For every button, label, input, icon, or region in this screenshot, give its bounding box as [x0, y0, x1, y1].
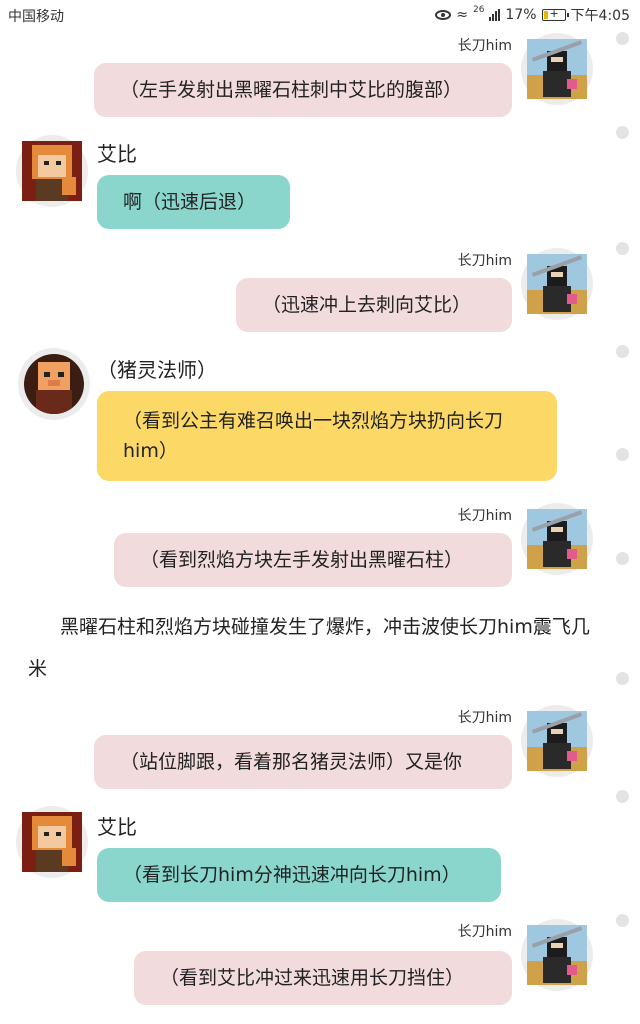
eye-comfort-icon: [435, 10, 452, 20]
avatar[interactable]: [16, 135, 88, 207]
ninja-avatar-icon: [527, 925, 587, 985]
girl-avatar-icon: [22, 812, 82, 872]
message-bubble[interactable]: （看到艾比冲过来迅速用长刀挡住）: [134, 951, 512, 1005]
clock: 下午4:05: [570, 8, 630, 24]
message-bubble[interactable]: （迅速冲上去刺向艾比）: [236, 278, 512, 332]
status-bar: 中国移动 ≈ 26 17% + 下午4:05: [0, 0, 640, 30]
chat-message: 长刀him （迅速冲上去刺向艾比）: [0, 240, 640, 340]
narration-text: 黑曜石柱和烈焰方块碰撞发生了爆炸，冲击波使长刀him震飞几米: [28, 616, 590, 680]
network-type-label: 26: [472, 5, 485, 15]
avatar[interactable]: [521, 503, 593, 575]
message-bubble[interactable]: （站位脚跟，看着那名猪灵法师）又是你: [94, 735, 512, 789]
avatar[interactable]: [16, 806, 88, 878]
message-bubble[interactable]: （看到长刀him分神迅速冲向长刀him）: [97, 848, 501, 902]
battery-percent: 17%: [505, 7, 537, 23]
ninja-avatar-icon: [527, 39, 587, 99]
chat-message: 长刀him （左手发射出黑曜石柱刺中艾比的腹部）: [0, 30, 640, 125]
sender-name: 长刀him: [457, 924, 512, 940]
wifi-icon: ≈: [456, 7, 468, 23]
message-bubble[interactable]: （看到公主有难召唤出一块烈焰方块扔向长刀him）: [97, 391, 557, 481]
ninja-avatar-icon: [527, 509, 587, 569]
message-bubble[interactable]: 啊（迅速后退）: [97, 175, 290, 229]
chat-message: 长刀him （站位脚跟，看着那名猪灵法师）又是你: [0, 697, 640, 797]
avatar[interactable]: [18, 348, 90, 420]
sender-name: （猪灵法师）: [97, 358, 217, 382]
message-bubble[interactable]: （左手发射出黑曜石柱刺中艾比的腹部）: [94, 63, 512, 117]
sender-name: 长刀him: [457, 253, 512, 269]
avatar[interactable]: [521, 919, 593, 991]
ninja-avatar-icon: [527, 711, 587, 771]
chat-message: 长刀him （看到烈焰方块左手发射出黑曜石柱）: [0, 495, 640, 595]
avatar[interactable]: [521, 705, 593, 777]
battery-icon: +: [541, 7, 569, 21]
sender-name: 长刀him: [457, 710, 512, 726]
avatar[interactable]: [521, 33, 593, 105]
avatar[interactable]: [521, 248, 593, 320]
signal-icon: [489, 9, 501, 21]
sender-name: 长刀him: [457, 38, 512, 54]
sender-name: 艾比: [97, 142, 137, 166]
ninja-avatar-icon: [527, 254, 587, 314]
message-bubble[interactable]: （看到烈焰方块左手发射出黑曜石柱）: [114, 533, 512, 587]
sender-name: 艾比: [97, 815, 137, 839]
carrier-label: 中国移动: [8, 9, 64, 25]
status-icons: ≈ 26 17% + 下午4:05: [435, 5, 630, 25]
chat-message: （猪灵法师） （看到公主有难召唤出一块烈焰方块扔向长刀him）: [0, 340, 640, 490]
chat-message: 艾比 啊（迅速后退）: [0, 125, 640, 235]
girl-avatar-icon: [22, 141, 82, 201]
chat-message: 长刀him （看到艾比冲过来迅速用长刀挡住）: [0, 913, 640, 1024]
pig-mage-avatar-icon: [24, 354, 84, 414]
sender-name: 长刀him: [457, 508, 512, 524]
chat-message: 艾比 （看到长刀him分神迅速冲向长刀him）: [0, 798, 640, 908]
